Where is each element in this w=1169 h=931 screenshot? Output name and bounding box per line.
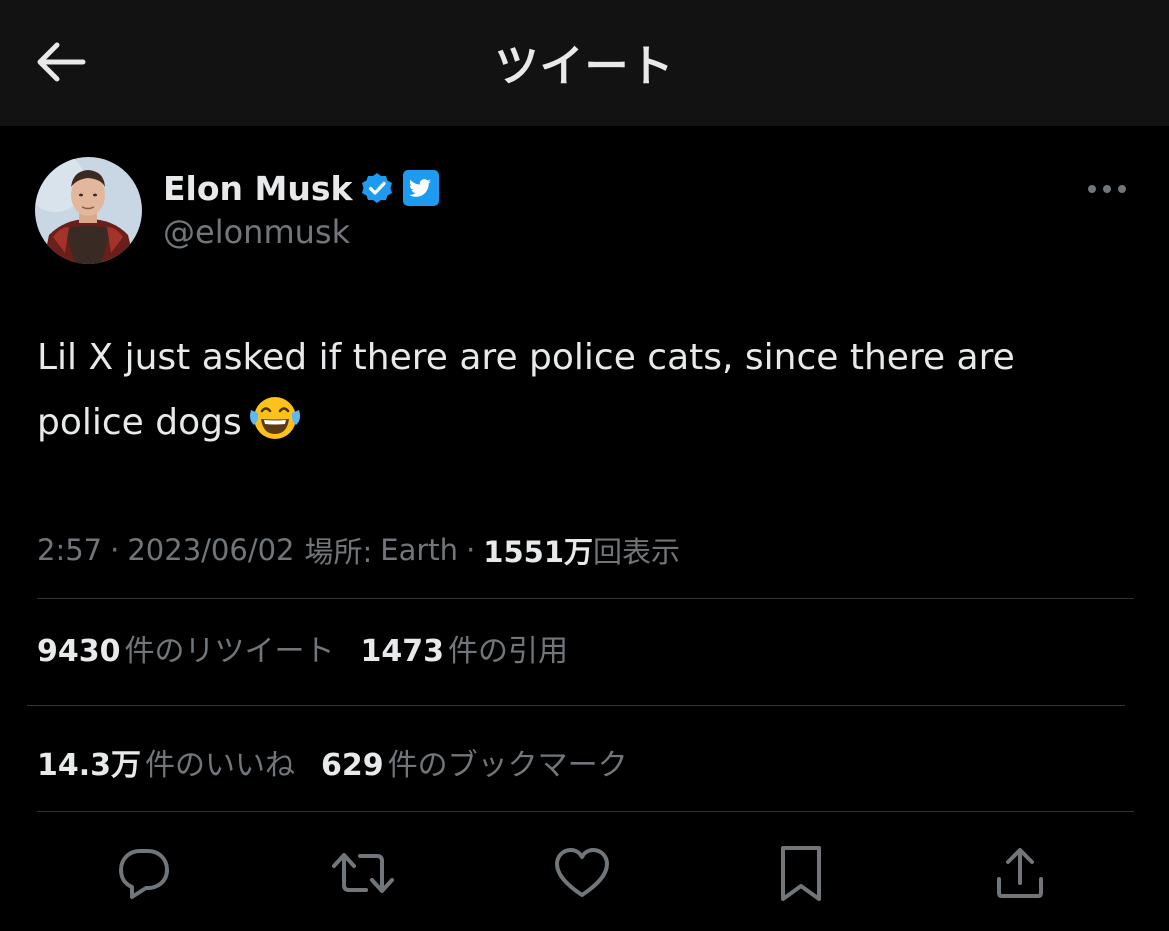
views-label: 回表示 [593,535,681,569]
tweet-meta: 2:57 · 2023/06/02 場所: Earth · 1551万 回表示 [37,530,680,570]
bookmark-button[interactable] [766,840,836,906]
retweet-count: 9430 [37,634,121,669]
quotes-stat[interactable]: 1473 件の引用 [361,626,569,670]
top-bar: ツイート [0,0,1169,126]
stats-row-retweets: 9430 件のリツイート 1473 件の引用 [37,626,568,670]
tweet-time: 2:57 [37,533,103,567]
retweets-stat[interactable]: 9430 件のリツイート [37,626,335,670]
divider [37,598,1134,599]
bookmark-label: 件のブックマーク [387,748,628,783]
stats-row-likes: 14.3万 件のいいね 629 件のブックマーク [37,740,628,784]
author-display-name[interactable]: Elon Musk [163,169,352,208]
divider [37,811,1134,812]
share-button[interactable] [985,840,1055,906]
divider [27,705,1125,706]
quote-label: 件の引用 [448,634,568,669]
like-count: 14.3万 [37,748,142,783]
reply-icon [119,849,169,899]
verified-badge-icon [362,173,393,203]
share-icon [997,848,1043,898]
bookmark-count: 629 [321,748,384,783]
heart-icon [555,848,609,897]
quote-count: 1473 [360,634,445,669]
tweet-body: Lil X just asked if there are police cat… [37,337,1015,443]
location-label: 場所: [304,535,373,569]
avatar[interactable] [35,157,142,264]
tweet-date: 2023/06/02 [127,533,295,567]
action-bar [0,840,1169,906]
like-label: 件のいいね [145,748,296,783]
more-options-button[interactable] [1080,172,1134,206]
likes-stat[interactable]: 14.3万 件のいいね [37,740,295,784]
retweet-label: 件のリツイート [124,634,335,669]
like-button[interactable] [547,840,617,906]
tweet-location: Earth [380,533,459,567]
author-handle[interactable]: @elonmusk [163,213,350,251]
tweet-text: Lil X just asked if there are police cat… [37,325,1132,463]
twitter-affiliate-badge-icon [403,170,440,206]
meta-separator: · [466,533,476,567]
page-title: ツイート [494,41,675,92]
reply-button[interactable] [109,840,179,906]
more-horizontal-icon [1088,185,1126,193]
profile-photo [35,157,142,264]
bookmark-icon [781,846,821,901]
bookmarks-stat[interactable]: 629 件のブックマーク [321,740,628,784]
views-count: 1551万 [483,535,593,569]
retweet-button[interactable] [328,840,398,906]
meta-separator: · [110,533,120,567]
retweet-icon [332,853,394,893]
tears-of-joy-emoji-icon [248,394,302,463]
author-name-row: Elon Musk [163,166,440,210]
